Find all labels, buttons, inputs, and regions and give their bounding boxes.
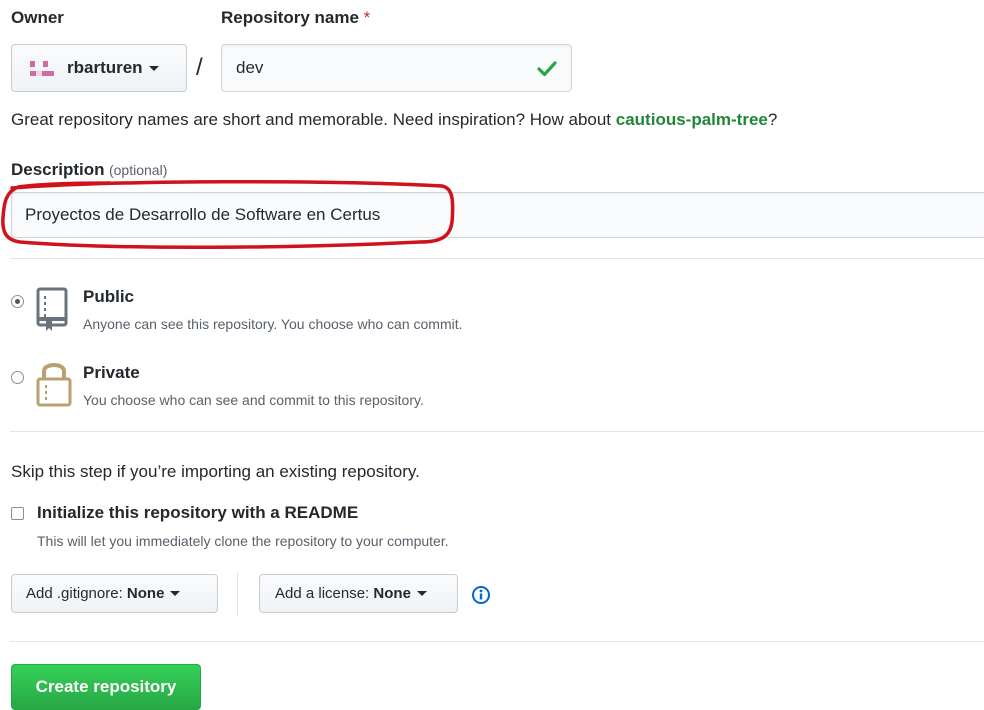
owner-name: rbarturen: [67, 58, 143, 77]
gitignore-value: None: [126, 585, 165, 602]
owner-repo-separator: /: [196, 54, 203, 81]
owner-label: Owner: [11, 8, 64, 27]
repo-name-value: dev: [236, 58, 264, 77]
gitignore-dropdown[interactable]: Add .gitignore: None: [11, 574, 218, 613]
readme-label[interactable]: Initialize this repository with a README: [37, 503, 358, 523]
readme-description: This will let you immediately clone the …: [37, 533, 449, 549]
private-radio[interactable]: [11, 371, 24, 384]
description-label: Description (optional): [11, 160, 168, 179]
repo-name-label: Repository name *: [221, 8, 371, 27]
skip-hint: Skip this step if you’re importing an ex…: [11, 462, 420, 481]
public-radio[interactable]: [11, 295, 24, 308]
check-icon: [537, 61, 557, 77]
license-dropdown[interactable]: Add a license: None: [259, 574, 458, 613]
chevron-down-icon: [416, 591, 427, 596]
license-value: None: [373, 585, 411, 602]
suggested-name-link[interactable]: cautious-palm-tree: [616, 110, 768, 129]
readme-checkbox[interactable]: [11, 507, 24, 520]
info-icon[interactable]: [471, 585, 491, 605]
owner-dropdown[interactable]: rbarturen: [11, 44, 187, 92]
divider: [10, 431, 984, 432]
divider: [10, 641, 984, 642]
vertical-divider: [237, 572, 238, 616]
repo-book-icon: [36, 287, 68, 331]
public-description: Anyone can see this repository. You choo…: [83, 316, 463, 332]
divider: [10, 258, 984, 259]
chevron-down-icon: [148, 65, 159, 71]
license-prefix: Add a license:: [275, 585, 370, 602]
create-repository-button[interactable]: Create repository: [11, 664, 201, 710]
required-mark: *: [363, 8, 371, 27]
chevron-down-icon: [170, 591, 181, 596]
private-description: You choose who can see and commit to thi…: [83, 392, 424, 408]
annotation-highlight-ellipse: [1, 179, 455, 250]
gitignore-prefix: Add .gitignore:: [26, 585, 123, 602]
public-label[interactable]: Public: [83, 287, 134, 307]
owner-avatar-icon: [30, 61, 54, 76]
private-label[interactable]: Private: [83, 363, 140, 383]
repo-name-hint: Great repository names are short and mem…: [11, 110, 778, 129]
lock-icon: [36, 363, 72, 407]
repo-name-input[interactable]: dev: [221, 44, 572, 92]
